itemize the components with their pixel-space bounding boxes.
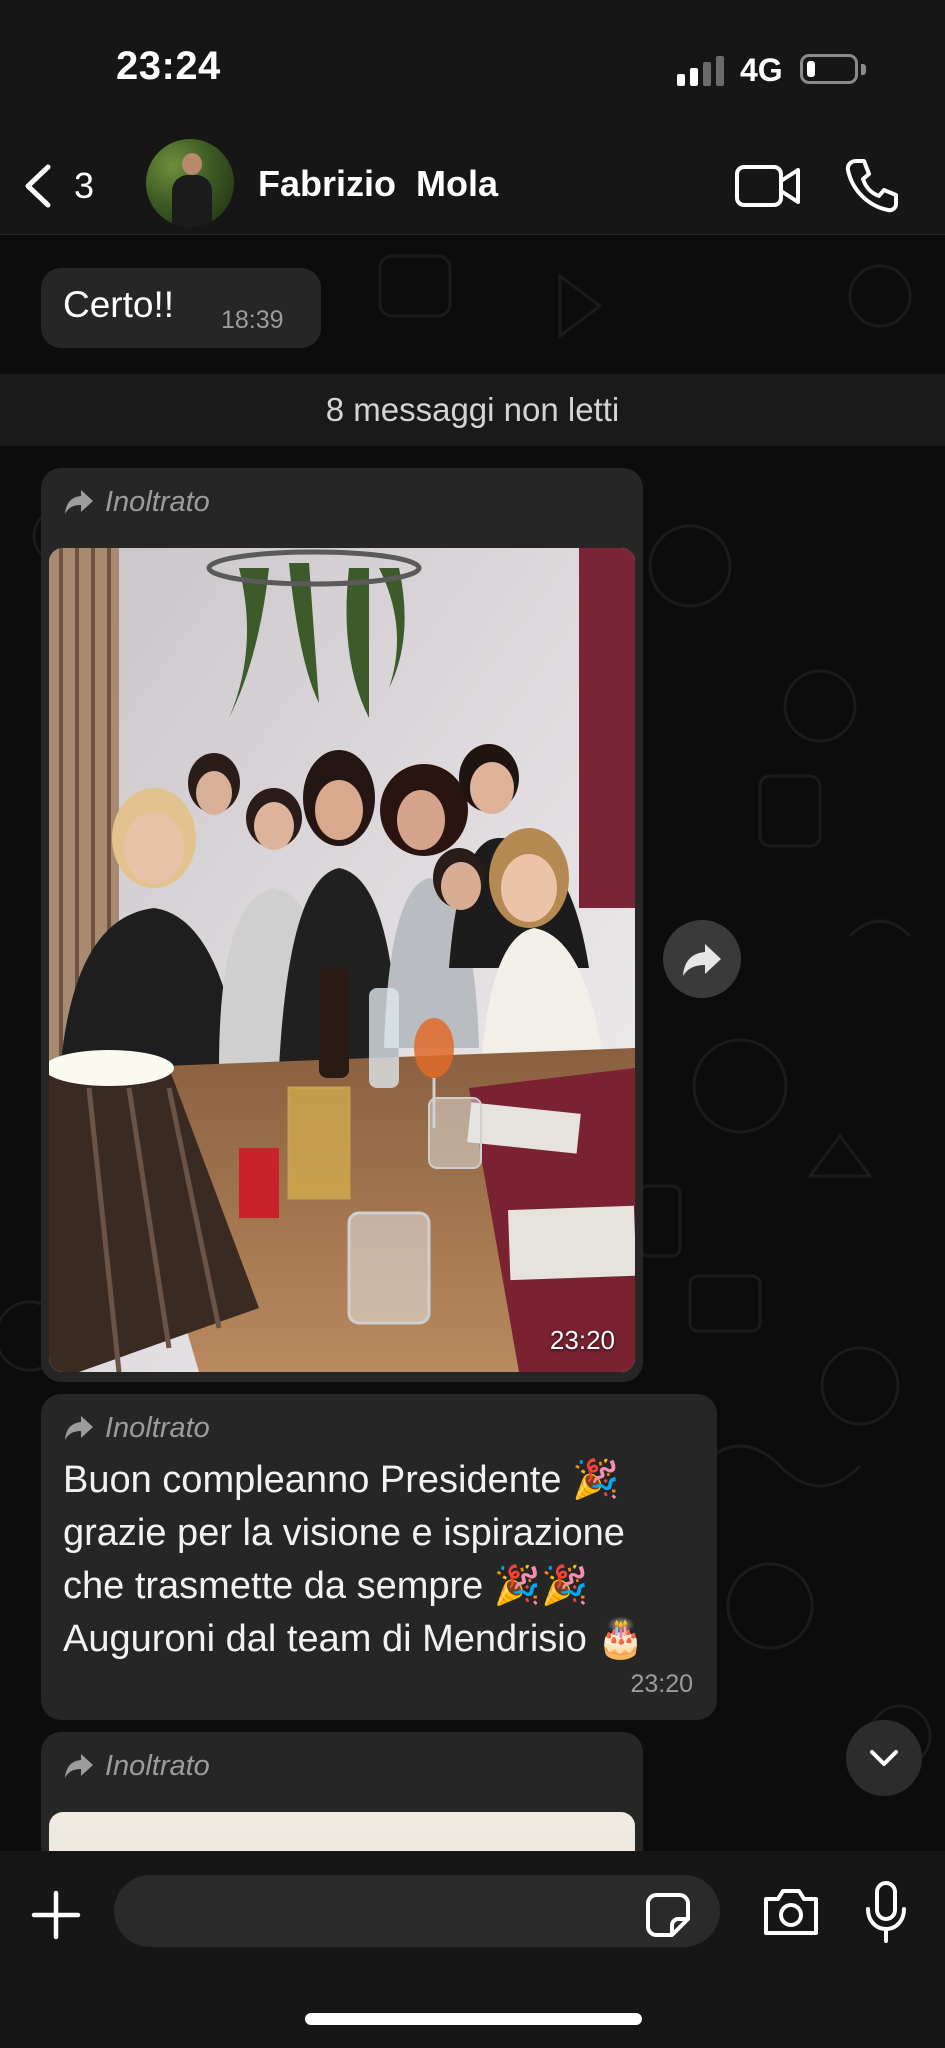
camera-icon [764, 1889, 818, 1935]
signal-strength-icon [677, 54, 725, 86]
unread-chats-count: 3 [74, 165, 95, 206]
chevron-left-icon [25, 164, 51, 208]
chevron-down-icon [870, 1750, 898, 1766]
photo-message-bubble[interactable]: Inoltrato [41, 468, 643, 1382]
message-time: 23:20 [549, 1325, 615, 1355]
message-line: grazie per la visione e ispirazione [63, 1512, 625, 1554]
forward-arrow-icon [65, 1754, 93, 1778]
unread-messages-divider: 8 messaggi non letti [0, 374, 945, 446]
phone-icon [845, 159, 898, 213]
message-line: Auguroni dal team di Mendrisio 🎂 [63, 1618, 645, 1660]
sticker-button[interactable] [644, 1891, 692, 1939]
forward-arrow-icon [683, 944, 721, 976]
group-photo-illustration [49, 548, 635, 1372]
forwarded-label: Inoltrato [63, 1750, 263, 1786]
battery-icon [800, 54, 858, 84]
group-photo-image[interactable]: 23:20 [49, 548, 635, 1372]
message-bubble[interactable]: Certo!! 18:39 [41, 268, 321, 348]
forward-arrow-icon [65, 490, 93, 514]
message-text: Certo!! [63, 284, 175, 325]
scroll-to-bottom-button[interactable] [846, 1720, 922, 1796]
forward-arrow-icon [65, 1416, 93, 1440]
video-camera-icon [735, 165, 800, 207]
chat-header: 3 Fabrizio Mola [0, 135, 945, 235]
message-time: 23:20 [630, 1670, 693, 1698]
status-time: 23:24 [116, 44, 221, 88]
message-line: Buon compleanno Presidente 🎉 [63, 1459, 620, 1501]
share-button[interactable] [663, 920, 741, 998]
photo-image[interactable] [49, 1812, 635, 1851]
voice-call-button[interactable] [842, 155, 902, 215]
photo-message-bubble[interactable]: Inoltrato [41, 1732, 643, 1851]
text-message-bubble[interactable]: Inoltrato Buon compleanno Presidente 🎉 g… [41, 1394, 717, 1720]
forwarded-label: Inoltrato [63, 1412, 263, 1448]
plus-icon [31, 1890, 81, 1940]
microphone-button[interactable] [862, 1879, 910, 1945]
message-input[interactable] [114, 1875, 720, 1947]
message-text: Buon compleanno Presidente 🎉 grazie per … [63, 1454, 645, 1666]
message-line: che trasmette da sempre 🎉🎉 [63, 1565, 589, 1607]
battery-tip [861, 64, 866, 75]
chat-area[interactable]: Certo!! 18:39 8 messaggi non letti Inolt… [0, 236, 945, 1851]
input-bar [0, 1851, 945, 2048]
attach-button[interactable] [26, 1885, 86, 1945]
status-bar: 23:24 4G [0, 0, 945, 135]
microphone-icon [866, 1881, 906, 1943]
message-time: 18:39 [221, 306, 284, 334]
forwarded-label: Inoltrato [63, 486, 263, 522]
contact-name[interactable]: Fabrizio Mola [258, 163, 498, 205]
video-call-button[interactable] [734, 155, 804, 215]
back-button[interactable]: 3 [16, 155, 106, 215]
avatar[interactable] [146, 139, 234, 227]
network-type: 4G [740, 52, 783, 88]
sticker-icon [646, 1893, 690, 1937]
home-indicator [305, 2013, 642, 2025]
camera-button[interactable] [760, 1881, 822, 1943]
